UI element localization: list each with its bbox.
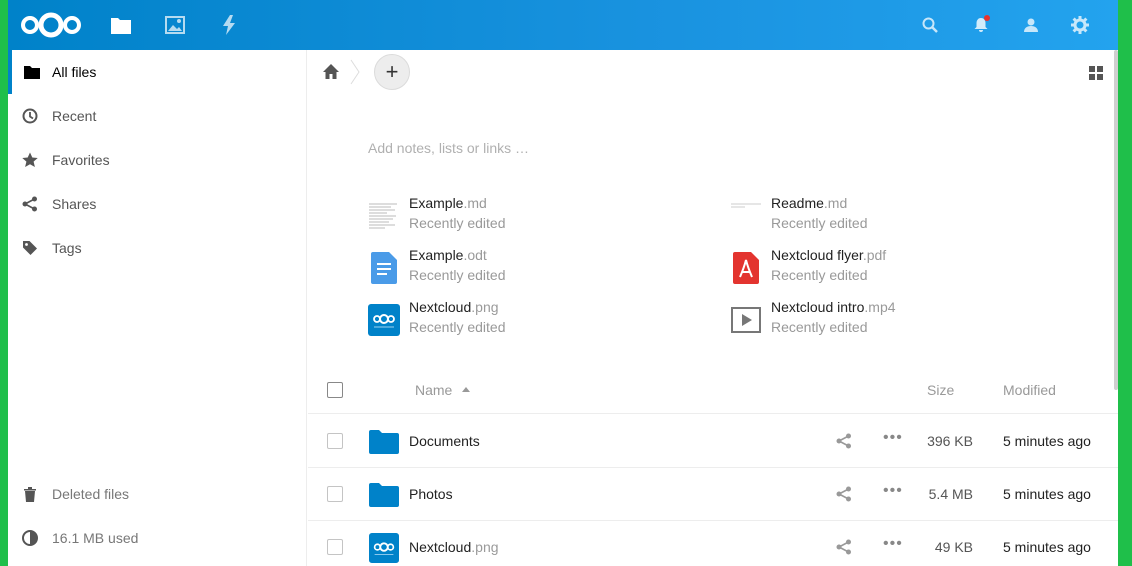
nextcloud-logo[interactable] [20, 12, 82, 38]
more-actions-icon[interactable]: ••• [883, 430, 903, 449]
name-column-header[interactable]: Name [415, 382, 471, 398]
scrollbar[interactable] [1114, 50, 1118, 390]
folder-icon [368, 427, 400, 457]
top-header [8, 0, 1118, 50]
sidebar-item-label: Recent [52, 108, 97, 124]
share-icon[interactable] [836, 539, 852, 555]
recent-file-status: Recently edited [771, 267, 868, 283]
folder-icon [12, 65, 52, 79]
table-row[interactable]: Nextcloud.png ••• 49 KB 5 minutes ago [308, 521, 1118, 566]
document-icon [368, 251, 400, 285]
more-actions-icon[interactable]: ••• [883, 536, 903, 555]
recent-file-readme-md[interactable]: Readme.md Recently edited [730, 195, 1070, 241]
recent-file-status: Recently edited [409, 319, 506, 335]
recent-file-name: Readme.md [771, 195, 848, 211]
recent-file-name: Nextcloud intro.mp4 [771, 299, 896, 315]
recent-file-name: Nextcloud.png [409, 299, 499, 315]
file-name[interactable]: Photos [409, 486, 453, 502]
sidebar-item-all-files[interactable]: All files [8, 50, 307, 94]
recent-file-status: Recently edited [409, 215, 506, 231]
nextcloud-image-icon [368, 303, 400, 337]
file-size: 49 KB [934, 539, 973, 555]
search-icon[interactable] [919, 14, 941, 36]
file-size: 5.4 MB [928, 486, 973, 502]
row-checkbox[interactable] [327, 486, 343, 502]
contacts-icon[interactable] [1020, 14, 1042, 36]
table-row[interactable]: Photos ••• 5.4 MB 5 minutes ago [308, 468, 1118, 521]
files-folder-icon[interactable] [109, 13, 133, 37]
recent-file-name: Example.md [409, 195, 487, 211]
rich-workspace-notes-input[interactable] [368, 136, 768, 160]
trash-icon [8, 486, 52, 502]
recent-file-example-md[interactable]: Example.md Recently edited [368, 195, 708, 241]
recent-file-nextcloud-intro-mp4[interactable]: Nextcloud intro.mp4 Recently edited [730, 299, 1070, 345]
table-row[interactable]: Documents ••• 396 KB 5 minutes ago [308, 415, 1118, 468]
more-actions-icon[interactable]: ••• [883, 483, 903, 502]
row-checkbox[interactable] [327, 433, 343, 449]
sidebar-item-label: Shares [52, 196, 97, 212]
folder-icon [368, 480, 400, 510]
sidebar-item-label: Favorites [52, 152, 110, 168]
file-modified: 5 minutes ago [1003, 486, 1091, 502]
text-preview-icon [368, 199, 400, 233]
file-size: 396 KB [927, 433, 973, 449]
files-main-content: + Example.md Recently edited Readme.md R… [308, 50, 1118, 566]
sidebar-item-label: Tags [52, 240, 82, 256]
file-list-header: Name Size Modified [308, 366, 1118, 414]
notification-badge [984, 15, 990, 21]
file-modified: 5 minutes ago [1003, 539, 1091, 555]
settings-gear-icon[interactable] [1069, 14, 1091, 36]
recent-file-name: Example.odt [409, 247, 487, 263]
quota-label: 16.1 MB used [52, 530, 139, 546]
share-icon[interactable] [836, 486, 852, 502]
sort-ascending-icon [462, 386, 471, 392]
sidebar-item-deleted-files[interactable]: Deleted files [8, 472, 307, 516]
file-name[interactable]: Documents [409, 433, 480, 449]
home-icon[interactable] [322, 63, 340, 81]
sidebar-item-favorites[interactable]: Favorites [8, 138, 307, 182]
recent-file-status: Recently edited [409, 267, 506, 283]
recent-file-name: Nextcloud flyer.pdf [771, 247, 887, 263]
files-sidebar: All files Recent Favorites Shares Tags D… [8, 50, 307, 566]
share-icon[interactable] [836, 433, 852, 449]
video-icon [730, 303, 762, 337]
breadcrumb-separator-icon [350, 59, 360, 85]
notifications-bell-icon[interactable] [970, 14, 992, 36]
quota-pie-icon [8, 530, 52, 546]
select-all-checkbox[interactable] [327, 382, 343, 398]
grid-view-icon[interactable] [1088, 65, 1104, 81]
quota-indicator[interactable]: 16.1 MB used [8, 516, 307, 560]
clock-icon [8, 108, 52, 124]
recent-file-example-odt[interactable]: Example.odt Recently edited [368, 247, 708, 293]
sidebar-item-recent[interactable]: Recent [8, 94, 307, 138]
text-preview-icon [730, 199, 762, 233]
recent-file-status: Recently edited [771, 215, 868, 231]
sidebar-item-label: All files [52, 64, 97, 80]
recent-file-nextcloud-flyer-pdf[interactable]: Nextcloud flyer.pdf Recently edited [730, 247, 1070, 293]
modified-column-header[interactable]: Modified [1003, 382, 1056, 398]
sidebar-item-shares[interactable]: Shares [8, 182, 307, 226]
row-checkbox[interactable] [327, 539, 343, 555]
size-column-header[interactable]: Size [927, 382, 954, 398]
nextcloud-image-icon [368, 533, 400, 563]
pdf-icon [730, 251, 762, 285]
star-icon [8, 152, 52, 168]
activity-bolt-icon[interactable] [217, 13, 241, 37]
gallery-image-icon[interactable] [163, 13, 187, 37]
tag-icon [8, 240, 52, 256]
sidebar-item-tags[interactable]: Tags [8, 226, 307, 270]
share-icon [8, 196, 52, 212]
file-name[interactable]: Nextcloud.png [409, 539, 499, 555]
files-app-window: All files Recent Favorites Shares Tags D… [8, 0, 1118, 566]
recent-file-nextcloud-png[interactable]: Nextcloud.png Recently edited [368, 299, 708, 345]
add-new-button[interactable]: + [374, 54, 410, 90]
recent-file-status: Recently edited [771, 319, 868, 335]
sidebar-item-label: Deleted files [52, 486, 130, 502]
file-modified: 5 minutes ago [1003, 433, 1091, 449]
